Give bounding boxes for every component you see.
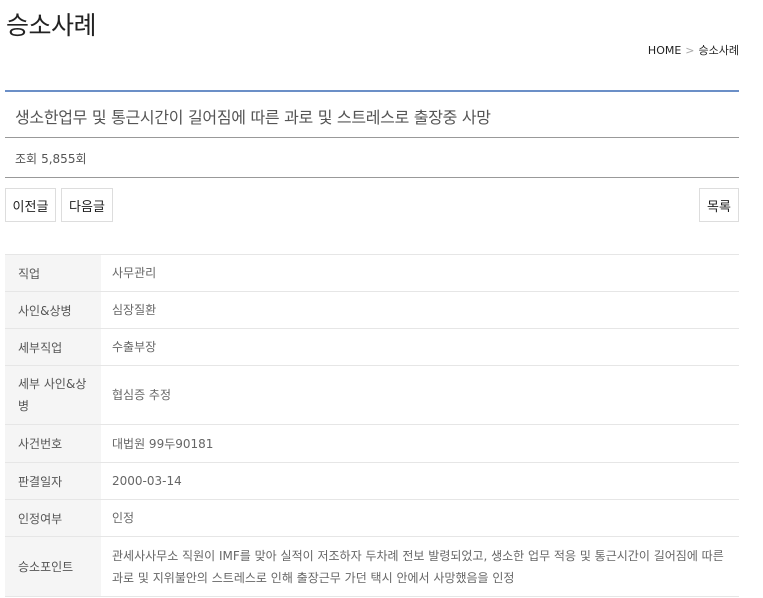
list-button[interactable]: 목록 — [699, 188, 739, 222]
table-row: 승소포인트 관세사사무소 직원이 IMF를 맞아 실적이 저조하자 두차례 전보… — [5, 536, 739, 597]
row-label: 사건번호 — [5, 424, 101, 463]
row-label: 직업 — [5, 254, 101, 292]
breadcrumb: HOME > 승소사례 — [648, 42, 739, 58]
breadcrumb-current: 승소사례 — [698, 44, 739, 57]
breadcrumb-home-link[interactable]: HOME — [648, 44, 681, 57]
table-row: 사인&상병 심장질환 — [5, 291, 739, 329]
row-value: 2000-03-14 — [101, 462, 739, 500]
divider — [5, 177, 739, 178]
view-count-value: 5,855회 — [41, 152, 87, 166]
row-value: 인정 — [101, 499, 739, 537]
next-post-button[interactable]: 다음글 — [61, 188, 113, 222]
row-label: 세부직업 — [5, 328, 101, 366]
table-row: 인정여부 인정 — [5, 499, 739, 537]
table-row: 판결일자 2000-03-14 — [5, 462, 739, 500]
row-label: 사인&상병 — [5, 291, 101, 329]
row-value: 사무관리 — [101, 254, 739, 292]
post-title: 생소한업무 및 통근시간이 길어짐에 따른 과로 및 스트레스로 출장중 사망 — [15, 108, 491, 127]
row-value: 관세사사무소 직원이 IMF를 맞아 실적이 저조하자 두차례 전보 발령되었고… — [101, 536, 739, 597]
view-count: 조회 5,855회 — [15, 150, 87, 167]
view-count-label: 조회 — [15, 152, 38, 166]
title-divider — [5, 90, 739, 92]
breadcrumb-separator: > — [685, 44, 695, 57]
row-value: 협심증 추정 — [101, 365, 739, 425]
table-row: 세부 사인&상병 협심증 추정 — [5, 365, 739, 425]
row-label: 승소포인트 — [5, 536, 101, 597]
table-row: 사건번호 대법원 99두90181 — [5, 424, 739, 463]
row-value: 수출부장 — [101, 328, 739, 366]
row-value: 대법원 99두90181 — [101, 424, 739, 463]
row-value: 심장질환 — [101, 291, 739, 329]
row-label: 세부 사인&상병 — [5, 365, 101, 425]
table-row: 세부직업 수출부장 — [5, 328, 739, 366]
table-row: 직업 사무관리 — [5, 254, 739, 292]
page-title: 승소사례 — [6, 11, 97, 40]
row-label: 인정여부 — [5, 499, 101, 537]
prev-post-button[interactable]: 이전글 — [5, 188, 56, 222]
row-label: 판결일자 — [5, 462, 101, 500]
case-details-table: 직업 사무관리 사인&상병 심장질환 세부직업 수출부장 세부 사인&상병 협심… — [5, 254, 739, 597]
divider — [5, 137, 739, 138]
